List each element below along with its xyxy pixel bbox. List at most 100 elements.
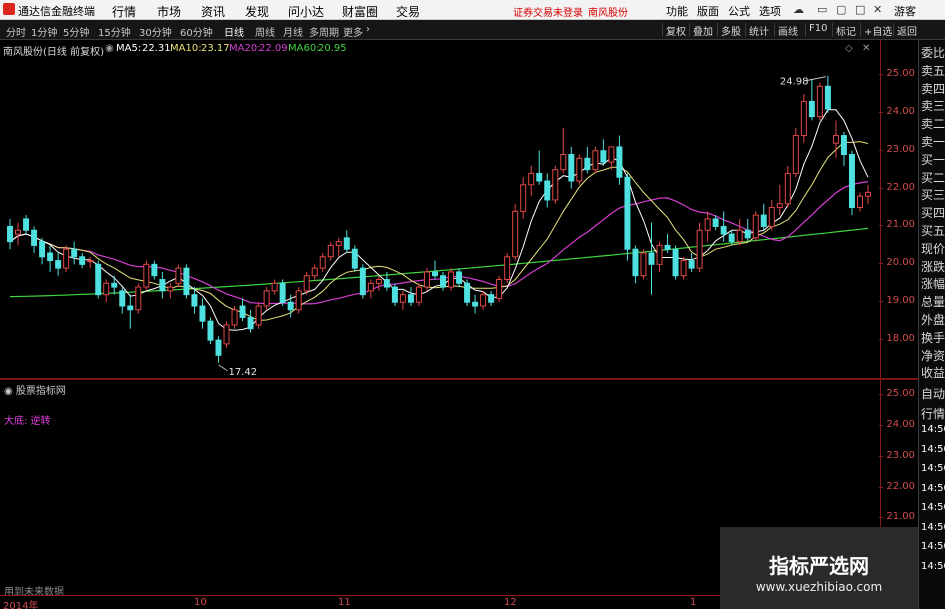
side-panel-item[interactable]: 外盘 xyxy=(921,311,945,328)
candle-up xyxy=(776,203,783,209)
menu-news[interactable]: 资讯 xyxy=(201,3,225,20)
menu-formula[interactable]: 公式 xyxy=(728,3,750,19)
side-panel-tab[interactable]: 自动 xyxy=(921,385,945,402)
close-chart-icon[interactable]: ✕ xyxy=(862,43,870,54)
minimize-icon[interactable]: ▭ xyxy=(817,3,827,16)
close-icon[interactable]: ✕ xyxy=(873,3,882,16)
candle-up xyxy=(792,135,799,174)
tick-time-item[interactable]: 14:50 xyxy=(921,502,945,513)
candle-down xyxy=(111,282,118,288)
side-panel-item[interactable]: 买一 xyxy=(921,151,945,168)
f10-button[interactable]: F10 xyxy=(805,23,827,37)
tick-time-item[interactable]: 14:50 xyxy=(921,522,945,533)
multi-stock-button[interactable]: 多股 xyxy=(717,23,741,38)
candle-down xyxy=(159,279,166,292)
mark-button[interactable]: 标记 xyxy=(832,23,856,38)
diamond-icon[interactable]: ◇ xyxy=(845,43,853,54)
panel-separator[interactable] xyxy=(0,378,918,380)
candle-down xyxy=(664,244,671,250)
side-panel-item[interactable]: 现价 xyxy=(921,240,945,257)
candle-up xyxy=(335,241,342,246)
candle-up xyxy=(816,85,823,118)
back-button[interactable]: 返回 xyxy=(893,23,917,38)
side-panel-item[interactable]: 总量 xyxy=(921,293,945,310)
candle-down xyxy=(464,282,471,303)
period-60min[interactable]: 60分钟 xyxy=(180,24,213,39)
side-panel-item[interactable]: 收益 xyxy=(921,364,945,381)
period-monthly[interactable]: 月线 xyxy=(283,24,303,39)
side-panel-item[interactable]: 买三 xyxy=(921,186,945,203)
side-panel-item[interactable]: 委比 xyxy=(921,44,945,61)
guest-label[interactable]: 游客 xyxy=(894,3,916,19)
menu-functions[interactable]: 功能 xyxy=(666,3,688,19)
tick-time-item[interactable]: 14:50 xyxy=(921,541,945,552)
tick-time-item[interactable]: 14:50 xyxy=(921,561,945,572)
side-panel-item[interactable]: 涨幅 xyxy=(921,275,945,292)
period-multi[interactable]: 多周期 xyxy=(309,24,339,39)
indicator-settings-icon[interactable]: ◉ xyxy=(105,43,114,54)
menu-wealth[interactable]: 财富圈 xyxy=(342,3,378,20)
period-30min[interactable]: 30分钟 xyxy=(139,24,172,39)
side-panel-item[interactable]: 卖五 xyxy=(921,62,945,79)
side-panel-item[interactable]: 买二 xyxy=(921,169,945,186)
candle-up xyxy=(103,282,110,296)
menu-trade[interactable]: 交易 xyxy=(396,3,420,20)
menu-options[interactable]: 选项 xyxy=(759,3,781,19)
candle-up xyxy=(752,214,759,239)
candle-down xyxy=(488,294,495,303)
menu-market[interactable]: 市场 xyxy=(157,3,181,20)
more-chevron-icon[interactable]: › xyxy=(366,24,370,35)
menu-ask[interactable]: 问小达 xyxy=(288,3,324,20)
lower-price-tick-label: 23.00 xyxy=(879,449,915,461)
candle-down xyxy=(191,294,198,307)
candle-down xyxy=(207,320,214,341)
side-panel-item[interactable]: 卖二 xyxy=(921,115,945,132)
menu-layout[interactable]: 版面 xyxy=(697,3,719,19)
side-panel-tab[interactable]: 行情 xyxy=(921,405,945,422)
period-more[interactable]: 更多 xyxy=(343,24,363,39)
period-1min[interactable]: 1分钟 xyxy=(31,24,57,39)
low-marker-arrow xyxy=(218,364,228,372)
side-panel-item[interactable]: 净资 xyxy=(921,347,945,364)
side-panel-item[interactable]: 涨跌 xyxy=(921,258,945,275)
candle-up xyxy=(520,184,527,212)
side-panel-item[interactable]: 换手 xyxy=(921,329,945,346)
cloud-icon[interactable]: ☁ xyxy=(793,3,804,16)
restore-icon[interactable]: ▢ xyxy=(836,3,846,16)
add-watchlist-button[interactable]: +自选 xyxy=(860,23,892,38)
period-timeshare[interactable]: 分时 xyxy=(6,24,26,39)
candle-up xyxy=(295,290,302,311)
stats-button[interactable]: 统计 xyxy=(745,23,769,38)
menu-market-quotes[interactable]: 行情 xyxy=(112,3,136,20)
side-panel-item[interactable]: 买四 xyxy=(921,204,945,221)
maximize-icon[interactable]: □ xyxy=(855,3,865,16)
tick-time-item[interactable]: 14:50 xyxy=(921,424,945,435)
tick-time-item[interactable]: 14:50 xyxy=(921,444,945,455)
period-daily[interactable]: 日线 xyxy=(224,24,244,39)
ma60-value: 20.95 xyxy=(318,43,347,54)
side-panel-item[interactable]: 卖一 xyxy=(921,133,945,150)
side-panel-item[interactable]: 买五 xyxy=(921,222,945,239)
candle-down xyxy=(7,225,13,243)
candlestick-chart[interactable]: 24.9817.42B xyxy=(0,56,880,378)
candle-up xyxy=(560,153,567,171)
candle-down xyxy=(712,218,719,227)
menu-discover[interactable]: 发现 xyxy=(245,3,269,20)
candle-up xyxy=(271,282,278,292)
period-15min[interactable]: 15分钟 xyxy=(98,24,131,39)
overlay-button[interactable]: 叠加 xyxy=(689,23,713,38)
candle-down xyxy=(55,260,62,269)
side-panel-item[interactable]: 卖三 xyxy=(921,97,945,114)
period-weekly[interactable]: 周线 xyxy=(255,24,275,39)
adjust-button[interactable]: 复权 xyxy=(662,23,686,38)
tick-time-item[interactable]: 14:50 xyxy=(921,463,945,474)
candle-down xyxy=(47,252,54,262)
drawing-button[interactable]: 画线 xyxy=(774,23,798,38)
side-panel-item[interactable]: 卖四 xyxy=(921,80,945,97)
broker-login-status[interactable]: 证券交易未登录 xyxy=(513,4,583,19)
app-title: 通达信金融终端 xyxy=(18,5,95,18)
period-5min[interactable]: 5分钟 xyxy=(63,24,89,39)
candle-down xyxy=(600,150,607,163)
candle-down xyxy=(632,248,639,277)
tick-time-item[interactable]: 14:50 xyxy=(921,483,945,494)
